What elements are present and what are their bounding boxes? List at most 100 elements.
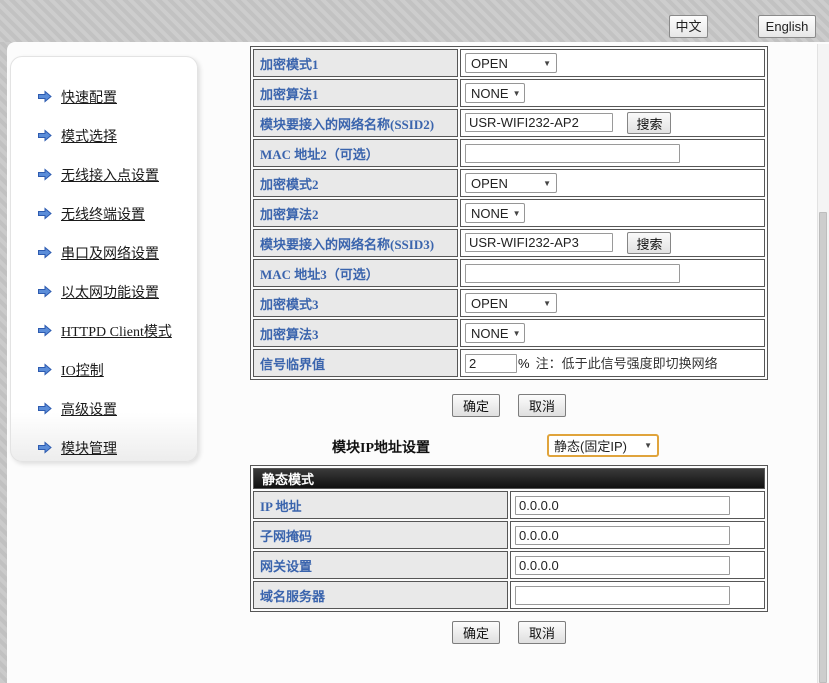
sidebar-link[interactable]: 快速配置: [61, 87, 117, 107]
row-label: 加密算法2: [253, 199, 458, 227]
encryption-mode-3-select[interactable]: OPEN▼: [465, 293, 557, 313]
static-mode-header: 静态模式: [253, 468, 765, 489]
lang-chinese-button[interactable]: 中文: [669, 15, 708, 38]
ssid2-input[interactable]: [465, 113, 613, 132]
ip-address-input[interactable]: [515, 496, 730, 515]
arrow-right-icon: [37, 168, 53, 181]
sidebar-link[interactable]: 模块管理: [61, 438, 117, 458]
sidebar-item-mode-select[interactable]: 模式选择: [37, 116, 197, 155]
encryption-mode-1-select[interactable]: OPEN▼: [465, 53, 557, 73]
arrow-right-icon: [37, 285, 53, 298]
chevron-down-icon: ▼: [513, 329, 521, 338]
arrow-right-icon: [37, 402, 53, 415]
table-row: 域名服务器: [253, 581, 765, 609]
sidebar-item-httpd-client-mode[interactable]: HTTPD Client模式: [37, 311, 197, 350]
mac2-input[interactable]: [465, 144, 680, 163]
table-row: MAC 地址3（可选）: [253, 259, 765, 287]
encryption-algorithm-2-select[interactable]: NONE▼: [465, 203, 525, 223]
table-row: IP 地址: [253, 491, 765, 519]
sidebar-item-module-management[interactable]: 模块管理: [37, 428, 197, 467]
table-row: 加密算法3 NONE▼: [253, 319, 765, 347]
encryption-algorithm-3-select[interactable]: NONE▼: [465, 323, 525, 343]
arrow-right-icon: [37, 246, 53, 259]
chevron-down-icon: ▼: [543, 179, 551, 188]
signal-threshold-input[interactable]: [465, 354, 517, 373]
table-row: 加密模式1 OPEN▼: [253, 49, 765, 77]
table-row: 加密模式3 OPEN▼: [253, 289, 765, 317]
sidebar-item-ethernet-settings[interactable]: 以太网功能设置: [37, 272, 197, 311]
header-bar: 中文 English: [0, 0, 829, 42]
arrow-right-icon: [37, 90, 53, 103]
row-label: MAC 地址3（可选）: [253, 259, 458, 287]
ip-mode-select[interactable]: 静态(固定IP)▼: [547, 434, 659, 457]
row-label: 加密算法3: [253, 319, 458, 347]
table-row: 加密算法2 NONE▼: [253, 199, 765, 227]
ssid3-search-button[interactable]: 搜索: [627, 232, 671, 254]
encryption-mode-2-select[interactable]: OPEN▼: [465, 173, 557, 193]
sidebar-nav: 快速配置 模式选择 无线接入点设置 无线终端设置 串口及网络设置 以太网功能设置…: [10, 56, 198, 462]
static-ip-table: 静态模式 IP 地址 子网掩码 网关设置 域名服务器: [250, 465, 768, 612]
sidebar-item-wireless-sta-settings[interactable]: 无线终端设置: [37, 194, 197, 233]
sidebar-item-uart-network-settings[interactable]: 串口及网络设置: [37, 233, 197, 272]
ip-form-buttons: 确定 取消: [250, 621, 768, 644]
settings-form: 加密模式1 OPEN▼ 加密算法1 NONE▼ 模块要接入的网络名称(SSID2…: [250, 46, 768, 644]
arrow-right-icon: [37, 129, 53, 142]
ip-cancel-button[interactable]: 取消: [518, 621, 566, 644]
arrow-right-icon: [37, 207, 53, 220]
row-label: 信号临界值: [253, 349, 458, 377]
row-label: 加密模式1: [253, 49, 458, 77]
row-label: 加密算法1: [253, 79, 458, 107]
percent-unit: %: [518, 356, 530, 371]
sidebar-link[interactable]: 无线接入点设置: [61, 165, 159, 185]
table-row: 加密算法1 NONE▼: [253, 79, 765, 107]
ssid2-search-button[interactable]: 搜索: [627, 112, 671, 134]
signal-threshold-note: 注：低于此信号强度即切换网络: [536, 356, 718, 371]
sidebar-link[interactable]: 无线终端设置: [61, 204, 145, 224]
row-label: IP 地址: [253, 491, 508, 519]
row-label: 子网掩码: [253, 521, 508, 549]
row-label: 加密模式3: [253, 289, 458, 317]
gateway-input[interactable]: [515, 556, 730, 575]
table-header-row: 静态模式: [253, 468, 765, 489]
subnet-mask-input[interactable]: [515, 526, 730, 545]
arrow-right-icon: [37, 441, 53, 454]
chevron-down-icon: ▼: [543, 59, 551, 68]
ip-mode-row: 模块IP地址设置 静态(固定IP)▼: [250, 434, 768, 460]
scrollbar-thumb[interactable]: [819, 212, 827, 683]
sidebar-item-advanced-settings[interactable]: 高级设置: [37, 389, 197, 428]
ip-ok-button[interactable]: 确定: [452, 621, 500, 644]
table-row: 信号临界值 % 注：低于此信号强度即切换网络: [253, 349, 765, 377]
ssid3-input[interactable]: [465, 233, 613, 252]
sidebar-link[interactable]: 高级设置: [61, 399, 117, 419]
chevron-down-icon: ▼: [543, 299, 551, 308]
vertical-scrollbar[interactable]: [817, 44, 829, 683]
sta-ok-button[interactable]: 确定: [452, 394, 500, 417]
row-label: 模块要接入的网络名称(SSID3): [253, 229, 458, 257]
content-area: 快速配置 模式选择 无线接入点设置 无线终端设置 串口及网络设置 以太网功能设置…: [7, 42, 829, 683]
ip-settings-title: 模块IP地址设置: [332, 437, 430, 457]
chevron-down-icon: ▼: [513, 89, 521, 98]
table-row: MAC 地址2（可选）: [253, 139, 765, 167]
table-row: 网关设置: [253, 551, 765, 579]
row-label: 模块要接入的网络名称(SSID2): [253, 109, 458, 137]
sidebar-link[interactable]: 串口及网络设置: [61, 243, 159, 263]
sta-settings-table: 加密模式1 OPEN▼ 加密算法1 NONE▼ 模块要接入的网络名称(SSID2…: [250, 46, 768, 380]
table-row: 子网掩码: [253, 521, 765, 549]
sidebar-link[interactable]: IO控制: [61, 360, 104, 380]
encryption-algorithm-1-select[interactable]: NONE▼: [465, 83, 525, 103]
sidebar-link[interactable]: 模式选择: [61, 126, 117, 146]
sidebar-link[interactable]: HTTPD Client模式: [61, 321, 172, 341]
lang-english-button[interactable]: English: [758, 15, 816, 38]
sta-cancel-button[interactable]: 取消: [518, 394, 566, 417]
sidebar-item-io-control[interactable]: IO控制: [37, 350, 197, 389]
sidebar-item-quick-config[interactable]: 快速配置: [37, 77, 197, 116]
row-label: MAC 地址2（可选）: [253, 139, 458, 167]
sidebar-item-wireless-ap-settings[interactable]: 无线接入点设置: [37, 155, 197, 194]
table-row: 加密模式2 OPEN▼: [253, 169, 765, 197]
mac3-input[interactable]: [465, 264, 680, 283]
table-row: 模块要接入的网络名称(SSID2) 搜索: [253, 109, 765, 137]
table-row: 模块要接入的网络名称(SSID3) 搜索: [253, 229, 765, 257]
sta-form-buttons: 确定 取消: [250, 394, 768, 417]
sidebar-link[interactable]: 以太网功能设置: [61, 282, 159, 302]
dns-server-input[interactable]: [515, 586, 730, 605]
